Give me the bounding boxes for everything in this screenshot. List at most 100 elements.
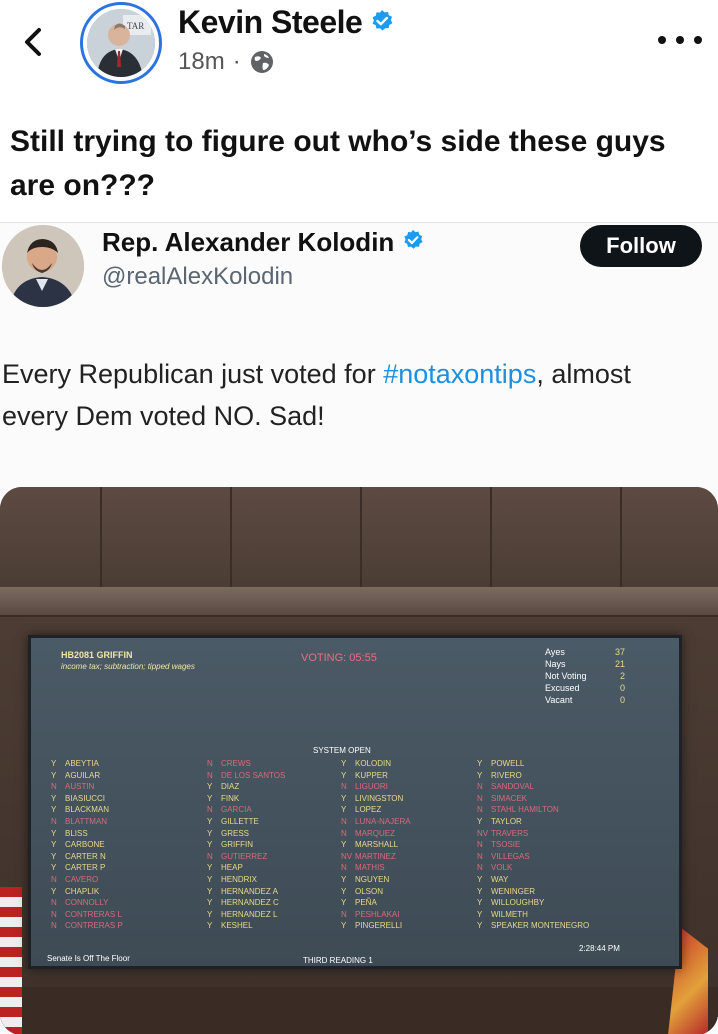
- vote-row: Y HENDRIX: [207, 874, 285, 886]
- tally-row: Ayes 37: [545, 646, 625, 658]
- board-column-4: Y POWELL Y RIVERO N SANDOVAL N SIMACEK N STAHL HA…: [477, 758, 589, 932]
- vote-row: Y GILLETTE: [207, 816, 285, 828]
- vote-mark: N: [51, 874, 57, 884]
- vote-row: Y GRESS: [207, 828, 285, 840]
- legislator-name: TAYLOR: [491, 816, 522, 826]
- dot-3: [694, 36, 702, 44]
- tally-value: 37: [614, 647, 625, 657]
- vote-row: Y PINGERELLI: [341, 920, 411, 932]
- legislator-name: TSOSIE: [491, 840, 521, 850]
- dot-2: [676, 36, 684, 44]
- vote-row: Y RIVERO: [477, 770, 589, 782]
- floor: [0, 987, 718, 1034]
- legislator-name: GARCIA: [221, 805, 252, 815]
- tweet-text-before: Every Republican just voted for: [2, 359, 384, 389]
- more-options-button[interactable]: [658, 30, 702, 50]
- tally-row: Not Voting 2: [545, 670, 625, 682]
- author-name-text: Kevin Steele: [178, 4, 363, 40]
- legislator-name: CREWS: [221, 759, 251, 768]
- vote-mark: Y: [477, 770, 483, 780]
- vote-mark: Y: [207, 840, 213, 850]
- vote-mark: Y: [341, 921, 347, 931]
- verified-badge-icon: [370, 4, 394, 41]
- post-time[interactable]: 18m: [178, 48, 225, 76]
- vote-row: N MATHIS: [341, 862, 411, 874]
- vote-mark: N: [51, 909, 57, 919]
- vote-mark: N: [341, 909, 347, 919]
- vote-mark: N: [477, 851, 483, 861]
- vote-row: Y LOPEZ: [341, 804, 411, 816]
- vote-row: N VILLEGAS: [477, 851, 589, 863]
- verified-badge-icon: [402, 227, 424, 258]
- vote-row: N SIMACEK: [477, 793, 589, 805]
- tweet-author-handle: @realAlexKolodin: [102, 263, 294, 290]
- vote-row: Y CARTER N: [51, 851, 123, 863]
- legislator-name: CONTRERAS L: [65, 909, 122, 919]
- legislator-name: SIMACEK: [491, 793, 528, 803]
- vote-mark: N: [341, 828, 347, 838]
- vote-row: Y WILMETH: [477, 909, 589, 921]
- vote-row: Y AGUILAR: [51, 770, 123, 782]
- vote-row: N CONNOLLY: [51, 897, 123, 909]
- tally-label: Excused: [545, 683, 580, 693]
- vote-row: N CAVERO: [51, 874, 123, 886]
- legislator-name: PINGERELLI: [355, 921, 403, 931]
- tally-row: Vacant 0: [545, 694, 625, 706]
- tally-label: Ayes: [545, 647, 565, 657]
- tally-label: Nays: [545, 659, 566, 669]
- post-text: Still trying to figure out who’s side th…: [10, 125, 666, 202]
- vote-row: N MARQUEZ: [341, 828, 411, 840]
- vote-row: Y DIAZ: [207, 781, 285, 793]
- tally-label: Not Voting: [545, 671, 587, 681]
- legislator-name: NGUYEN: [355, 874, 390, 884]
- globe-icon: [250, 51, 273, 73]
- vote-row: Y CHAPLIK: [51, 886, 123, 898]
- legislator-name: KOLODIN: [355, 759, 392, 768]
- vote-board-photo: HB2081 GRIFFIN income tax; subtraction; …: [0, 487, 718, 1034]
- vote-row: N STAHL HAMILTON: [477, 804, 589, 816]
- vote-row: Y SPEAKER MONTENEGRO: [477, 920, 589, 932]
- legislator-name: VILLEGAS: [491, 851, 530, 861]
- board-voting-timer: VOTING: 05:55: [301, 652, 377, 664]
- vote-mark: N: [341, 816, 347, 826]
- tweet-author-avatar: [2, 225, 84, 307]
- legislator-name: CHAPLIK: [65, 886, 100, 896]
- vote-row: Y CARBONE: [51, 839, 123, 851]
- board-reading: THIRD READING 1: [303, 956, 373, 965]
- vote-row: Y ABEYTIA: [51, 758, 123, 770]
- back-button[interactable]: [18, 22, 48, 62]
- vote-row: N GARCIA: [207, 804, 285, 816]
- legislator-name: AUSTIN: [65, 782, 95, 792]
- us-flag: [0, 887, 22, 1034]
- chevron-left-icon: [25, 28, 41, 56]
- vote-mark: N: [207, 759, 213, 768]
- legislator-name: DE LOS SANTOS: [221, 770, 286, 780]
- tweet-text: Every Republican just voted for #notaxon…: [2, 353, 702, 437]
- legislator-name: OLSON: [355, 886, 384, 896]
- tally-value: 2: [619, 671, 625, 681]
- legislator-name: HENDRIX: [221, 874, 258, 884]
- legislator-name: CARTER P: [65, 863, 106, 873]
- vote-mark: NV: [477, 828, 489, 838]
- board-column-1: Y ABEYTIA Y AGUILAR N AUSTIN Y BIASIUCCI Y BLACKM…: [51, 758, 123, 932]
- author-avatar[interactable]: TAR: [80, 2, 162, 84]
- vote-row: Y NGUYEN: [341, 874, 411, 886]
- vote-row: Y FINK: [207, 793, 285, 805]
- legislator-name: BLATTMAN: [65, 816, 108, 826]
- vote-mark: N: [477, 782, 483, 792]
- vote-mark: Y: [207, 793, 213, 803]
- vote-row: N VOLK: [477, 862, 589, 874]
- legislator-name: LIVINGSTON: [355, 793, 404, 803]
- vote-mark: Y: [51, 805, 57, 815]
- vote-row: N CONTRERAS L: [51, 909, 123, 921]
- vote-row: Y WAY: [477, 874, 589, 886]
- vote-mark: NV: [341, 851, 353, 861]
- legislator-name: STAHL HAMILTON: [491, 805, 559, 815]
- legislator-name: PEÑA: [355, 898, 377, 908]
- author-name[interactable]: Kevin Steele: [178, 4, 394, 41]
- vote-row: Y TAYLOR: [477, 816, 589, 828]
- vote-row: Y OLSON: [341, 886, 411, 898]
- vote-row: N SANDOVAL: [477, 781, 589, 793]
- meta-separator: ·: [232, 48, 241, 75]
- vote-mark: N: [207, 805, 213, 815]
